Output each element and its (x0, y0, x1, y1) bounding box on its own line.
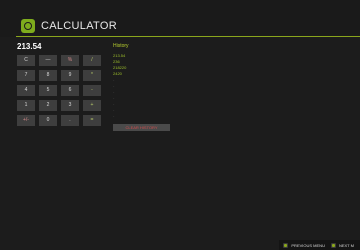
next-menu-label: NEXT M (338, 242, 354, 248)
key-backspace[interactable]: — (39, 55, 57, 66)
key-5[interactable]: 5 (39, 85, 57, 96)
history-list: 213.54 236 218220 2420 - - - - - - - (113, 53, 126, 119)
header-divider (16, 36, 360, 37)
app-title: CALCULATOR (41, 20, 117, 32)
controller-button-icon (283, 242, 289, 248)
key-7[interactable]: 7 (17, 70, 35, 81)
key-1[interactable]: 1 (17, 100, 35, 111)
key-negate[interactable]: +/- (17, 115, 35, 126)
key-clear[interactable]: C (17, 55, 35, 66)
key-equals[interactable]: = (83, 115, 101, 126)
key-divide[interactable]: / (83, 55, 101, 66)
key-2[interactable]: 2 (39, 100, 57, 111)
history-entry-empty: - (113, 113, 115, 118)
next-menu-button[interactable]: NEXT M (330, 242, 354, 248)
clear-history-button[interactable]: CLEAR HISTORY (113, 124, 170, 131)
key-add[interactable]: + (83, 100, 101, 111)
key-4[interactable]: 4 (17, 85, 35, 96)
calculator-screen: CALCULATOR 213.54 C — % / 7 8 9 * 4 5 6 … (0, 0, 360, 250)
previous-menu-button[interactable]: PREVIOUS MENU (283, 242, 325, 248)
previous-menu-label: PREVIOUS MENU (291, 242, 325, 248)
header: CALCULATOR (0, 0, 360, 37)
key-percent[interactable]: % (61, 55, 79, 66)
calculator-display: 213.54 (17, 42, 42, 51)
key-8[interactable]: 8 (39, 70, 57, 81)
key-multiply[interactable]: * (83, 70, 101, 81)
calculator-icon (21, 19, 35, 33)
key-6[interactable]: 6 (61, 85, 79, 96)
key-subtract[interactable]: - (83, 85, 101, 96)
footer-bar: PREVIOUS MENU NEXT M (279, 240, 360, 250)
key-0[interactable]: 0 (39, 115, 57, 126)
history-title: History (113, 43, 129, 49)
key-decimal[interactable]: . (61, 115, 79, 126)
keypad: C — % / 7 8 9 * 4 5 6 - 1 2 3 + +/- 0 . … (17, 55, 101, 126)
controller-button-icon (330, 242, 336, 248)
key-3[interactable]: 3 (61, 100, 79, 111)
key-9[interactable]: 9 (61, 70, 79, 81)
